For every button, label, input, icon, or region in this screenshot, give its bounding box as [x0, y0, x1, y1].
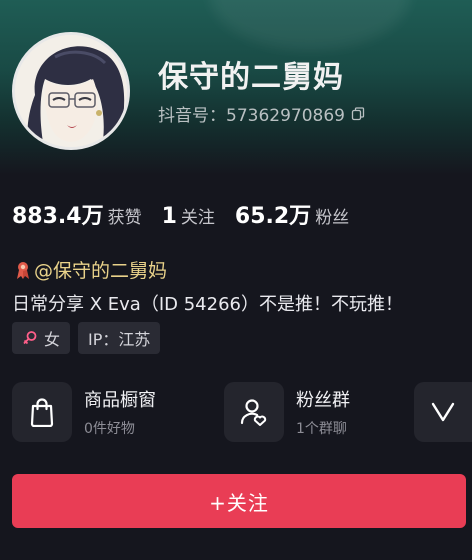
followers-count[interactable]: 65.2万 — [235, 198, 311, 230]
followers-label: 粉丝 — [315, 208, 350, 228]
ip-text: IP：江苏 — [88, 330, 151, 349]
avatar[interactable] — [12, 32, 130, 150]
avatar-illustration — [15, 35, 127, 147]
card-fan-group[interactable]: 粉丝群 1个群聊 — [224, 382, 424, 442]
follow-button[interactable]: +关注 — [12, 474, 466, 528]
profile-header: 保守的二舅妈 抖音号：57362970869 — [0, 0, 472, 175]
header-background-shape — [210, 0, 410, 50]
group-heart-icon — [240, 399, 267, 426]
ip-tag: IP：江苏 — [78, 322, 161, 354]
v-badge-icon — [431, 402, 455, 422]
card-third-partial[interactable] — [414, 382, 472, 442]
profile-tags: 女 IP：江苏 — [12, 322, 161, 354]
stats-bar: 883.4万 获赞 1 关注 65.2万 粉丝 — [12, 198, 369, 230]
card-subtitle: 0件好物 — [84, 421, 135, 437]
following-count[interactable]: 1 — [162, 204, 177, 229]
shopping-bag-icon — [30, 398, 54, 427]
likes-count[interactable]: 883.4万 — [12, 198, 104, 230]
feature-cards: 商品橱窗 0件好物 粉丝群 1个群聊 — [12, 382, 424, 442]
douyin-id-text: 抖音号：57362970869 — [158, 106, 345, 126]
likes-label: 获赞 — [107, 208, 142, 228]
bio-mention[interactable]: @保守的二舅妈 — [14, 256, 167, 283]
card-icon-box — [12, 382, 72, 442]
following-label: 关注 — [180, 208, 215, 228]
card-icon-box — [224, 382, 284, 442]
copy-icon[interactable] — [351, 106, 365, 121]
card-title: 商品橱窗 — [84, 390, 156, 411]
bio-text: 日常分享 X Eva（ID 54266）不是推！不玩推！ — [12, 294, 403, 315]
gender-text: 女 — [44, 330, 61, 349]
username: 保守的二舅妈 — [158, 60, 344, 95]
gender-tag: 女 — [12, 322, 71, 354]
card-title: 粉丝群 — [296, 390, 350, 411]
ribbon-icon — [17, 261, 29, 279]
mention-text: @保守的二舅妈 — [34, 260, 168, 282]
card-subtitle: 1个群聊 — [296, 421, 347, 437]
card-product-showcase[interactable]: 商品橱窗 0件好物 — [12, 382, 212, 442]
douyin-id[interactable]: 抖音号：57362970869 — [158, 101, 365, 126]
female-icon — [23, 331, 37, 345]
